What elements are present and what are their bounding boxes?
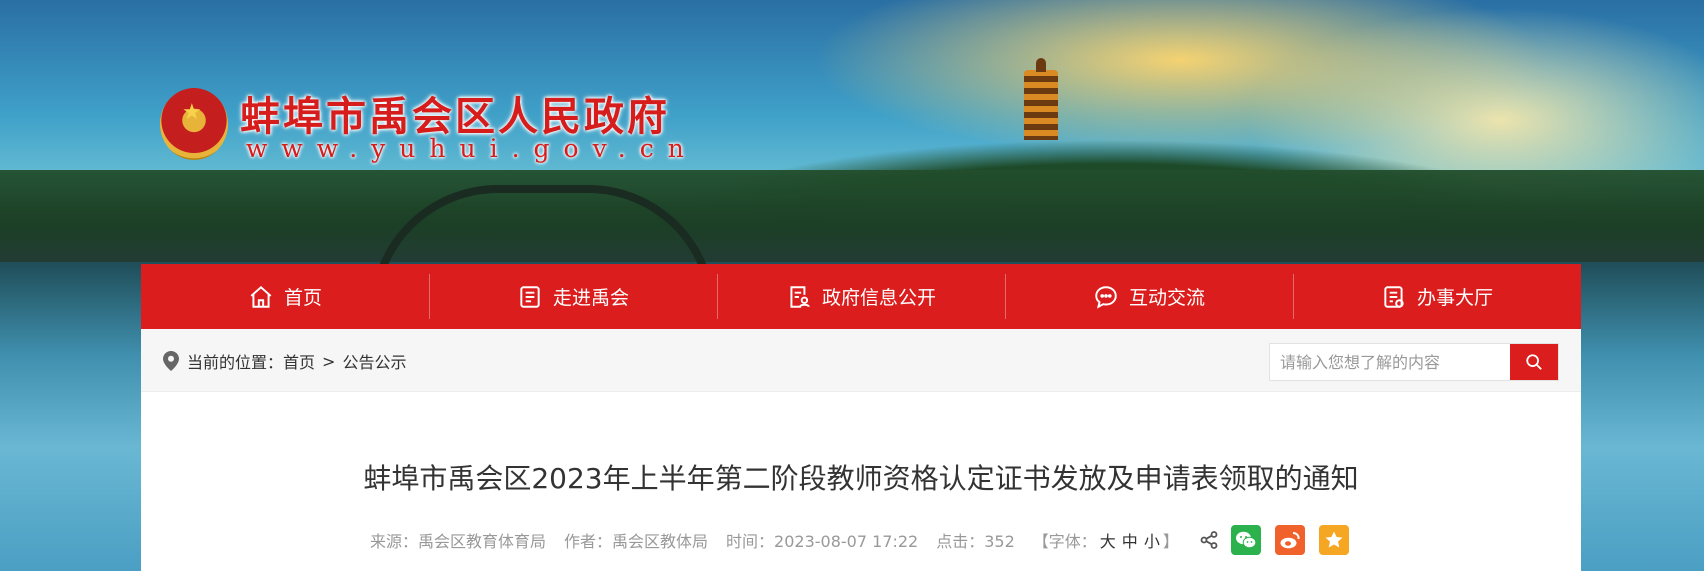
site-url: www.yuhui.gov.cn	[246, 134, 698, 163]
search-box	[1269, 343, 1559, 381]
article-meta: 来源：禹会区教育体育局 作者：禹会区教体局 时间：2023-08-07 17:2…	[370, 525, 1363, 555]
home-icon	[250, 285, 272, 308]
star-icon: ★	[182, 100, 202, 125]
weibo-share-button[interactable]	[1274, 525, 1305, 555]
weibo-icon	[1280, 532, 1300, 549]
article-source: 来源：禹会区教育体育局	[370, 532, 547, 551]
document-user-icon	[790, 285, 810, 308]
font-size-medium-button[interactable]: 中	[1122, 532, 1138, 551]
article-clicks: 点击：352	[936, 532, 1015, 551]
breadcrumb-prefix: 当前的位置：	[187, 353, 284, 372]
search-button[interactable]	[1510, 344, 1558, 380]
form-icon	[1384, 285, 1404, 308]
font-size-small-button[interactable]: 小	[1144, 532, 1160, 551]
favorite-icon	[1325, 531, 1343, 548]
font-size-large-button[interactable]: 大	[1100, 532, 1116, 551]
nav-item-interaction[interactable]: 互动交流	[1005, 264, 1293, 329]
breadcrumb-current-link[interactable]: 公告公示	[342, 349, 406, 373]
chat-icon	[1095, 285, 1117, 309]
main-nav: 首页 走进禹会 政府信息公开 互动交流 办事大厅	[141, 264, 1581, 329]
wechat-share-button[interactable]	[1230, 525, 1261, 555]
nav-item-about[interactable]: 走进禹会	[429, 264, 717, 329]
font-size-close: 】	[1162, 532, 1179, 551]
list-icon	[520, 285, 540, 308]
favorite-button[interactable]	[1318, 525, 1349, 555]
font-size-label: 【字体：	[1032, 532, 1097, 551]
article-author: 作者：禹会区教体局	[564, 532, 709, 551]
location-pin-icon	[163, 351, 179, 371]
article-time: 时间：2023-08-07 17:22	[726, 532, 919, 551]
breadcrumb-separator: >	[322, 351, 336, 371]
page: ★ 蚌埠市禹会区人民政府 www.yuhui.gov.cn 首页 走进禹会 政府…	[0, 0, 1704, 571]
background-trees	[0, 170, 1704, 265]
article-title: 蚌埠市禹会区2023年上半年第二阶段教师资格认定证书发放及申请表领取的通知	[363, 462, 1359, 495]
share-icon[interactable]	[1199, 530, 1219, 550]
breadcrumb-bar: 当前的位置： 首页 > 公告公示	[141, 329, 1581, 392]
search-input[interactable]	[1270, 344, 1510, 380]
font-size-control: 【字体：大中小】	[1033, 528, 1179, 552]
nav-item-label: 政府信息公开	[821, 287, 936, 309]
national-emblem-icon: ★	[160, 88, 228, 160]
search-icon	[1526, 354, 1542, 370]
nav-item-label: 首页	[283, 287, 322, 309]
content-panel: 当前的位置： 首页 > 公告公示 蚌埠市禹会区2023年上半年第二阶段教师资格认…	[141, 329, 1581, 571]
nav-item-gov-info[interactable]: 政府信息公开	[717, 264, 1005, 329]
wechat-icon	[1235, 531, 1257, 549]
pagoda-image	[1024, 58, 1058, 140]
breadcrumb: 当前的位置： 首页 > 公告公示	[163, 349, 406, 373]
nav-item-label: 办事大厅	[1416, 287, 1493, 309]
nav-item-label: 互动交流	[1128, 287, 1205, 309]
nav-item-services[interactable]: 办事大厅	[1293, 264, 1581, 329]
nav-item-home[interactable]: 首页	[141, 264, 429, 329]
nav-item-label: 走进禹会	[552, 287, 629, 309]
breadcrumb-home-link[interactable]: 首页	[283, 349, 315, 373]
